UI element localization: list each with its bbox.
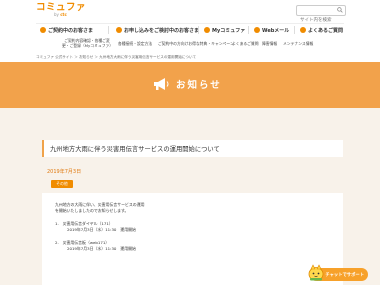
article-title-box: 九州地方大雨に伴う災害用伝言サービスの運用開始について	[42, 140, 343, 157]
nav-divider	[294, 26, 295, 34]
nav-item-my-commufa[interactable]: Myコミュファ	[204, 25, 245, 35]
nav-item-label: お申し込みをご検討中のお客さま	[124, 27, 200, 34]
nav-divider	[198, 26, 199, 34]
subnav-item-trouble[interactable]: 障害情報	[262, 41, 277, 46]
nav-item-webmail[interactable]: Webメール	[254, 25, 289, 35]
subnav-item-maintenance[interactable]: メンテナンス情報	[283, 41, 313, 46]
nav-item-label: よくあるご質問	[308, 27, 344, 34]
banner-heading: お知らせ	[152, 77, 222, 91]
main-nav: ご契約中のお客さま お申し込みをご検討中のお客さま Myコミュファ Webメール…	[36, 23, 344, 35]
article-item-detail: 2019年7月3日（水）11:30 運用開始	[67, 246, 136, 251]
megaphone-icon	[154, 78, 169, 90]
nav-item-customers[interactable]: ご契約中のお客さま	[40, 25, 93, 35]
article-intro-line: を開始いたしましたのでお知らせします。	[55, 208, 129, 213]
page-banner: お知らせ	[0, 62, 380, 108]
article-body: 九州地方の大雨に伴い、災害用伝言サービスの運用 を開始いたしましたのでお知らせし…	[42, 193, 343, 285]
person-icon	[40, 27, 46, 33]
nav-item-label: Webメール	[262, 27, 290, 34]
article-title: 九州地方大雨に伴う災害用伝言サービスの運用開始について	[50, 146, 220, 153]
page-title: お知らせ	[176, 80, 222, 91]
subnav-item-setup[interactable]: 各種接続・設定方法	[118, 41, 152, 46]
my-icon	[204, 27, 210, 33]
article-item-detail: 2019年7月3日（水）11:30 運用開始	[67, 227, 136, 232]
site-logo[interactable]: コミュファ by ctc	[36, 3, 86, 18]
nav-divider	[108, 26, 109, 34]
question-icon	[300, 27, 306, 33]
nav-item-apply[interactable]: お申し込みをご検討中のお客さま	[116, 25, 199, 35]
article-item-heading: 2. 災害用伝言板（web171）	[55, 240, 110, 245]
nav-divider	[248, 26, 249, 34]
search-icon[interactable]	[337, 7, 343, 13]
article-date: 2019年7月3日	[47, 169, 82, 175]
logo-sub-brand: ctc	[60, 12, 67, 17]
nav-item-faq[interactable]: よくあるご質問	[300, 25, 343, 35]
breadcrumb[interactable]: コミュファ 公式サイト ＞ お知らせ ＞ 九州地方大雨に伴う災害用伝言サービスの…	[36, 55, 196, 60]
mascot-icon	[308, 264, 324, 281]
chat-support-button[interactable]: チャットでサポート	[308, 264, 368, 281]
category-badge: その他	[51, 180, 73, 188]
site-header: コミュファ by ctc	[0, 0, 380, 25]
nav-item-label: ご契約中のお客さま	[48, 27, 94, 34]
nav-item-label: Myコミュファ	[212, 27, 246, 34]
cart-icon	[116, 27, 122, 33]
subnav-item-campaign[interactable]: ご契約中の方向けお得な特典・キャンペーン	[158, 41, 234, 46]
logo-sub-text: by ctc	[54, 12, 67, 17]
chat-support-label: チャットでサポート	[325, 272, 364, 278]
sub-nav: ご契約内容確認・各種ご変更・ご登録（Myコミュファ） 各種接続・設定方法 ご契約…	[0, 37, 380, 53]
site-search	[296, 5, 346, 25]
article-item-heading: 1. 災害用伝言ダイヤル（171）	[55, 221, 113, 226]
subnav-item-faq[interactable]: よくあるご質問	[232, 41, 259, 46]
article-intro-line: 九州地方の大雨に伴い、災害用伝言サービスの運用	[55, 202, 145, 207]
subnav-item-contract[interactable]: ご契約内容確認・各種ご変更・ご登録（Myコミュファ）	[62, 38, 113, 48]
mail-icon	[254, 27, 260, 33]
